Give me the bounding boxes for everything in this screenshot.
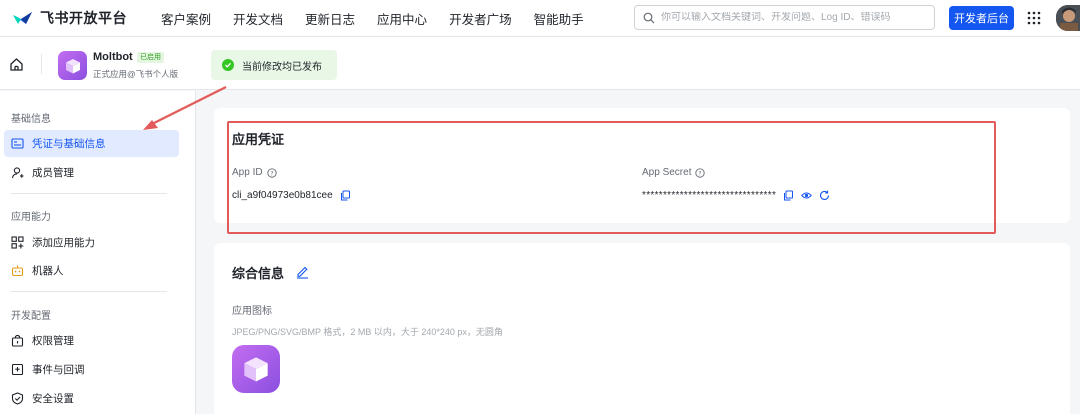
sidebar-item-events[interactable]: 事件与回调 — [4, 356, 179, 383]
sidebar-item-security[interactable]: 安全设置 — [4, 385, 179, 412]
sidebar-group-capabilities: 应用能力 — [11, 212, 51, 223]
eye-icon[interactable] — [801, 190, 813, 201]
shield-icon — [11, 392, 24, 405]
status-badge: 已启用 — [137, 52, 164, 63]
nav-links: 客户案例 开发文档 更新日志 应用中心 开发者广场 智能助手 — [137, 9, 606, 28]
help-icon[interactable]: ? — [695, 167, 706, 178]
event-icon — [11, 363, 24, 376]
cube-icon — [244, 357, 268, 382]
divider — [41, 54, 42, 74]
sidebar: 基础信息 凭证与基础信息 成员管理 应用能力 添加应用能力 机器人 开发配置 权… — [0, 91, 196, 414]
sidebar-item-label: 凭证与基础信息 — [32, 138, 106, 150]
sidebar-item-permissions[interactable]: 权限管理 — [4, 327, 179, 354]
search-box[interactable] — [634, 5, 935, 30]
nav-link-dev-square[interactable]: 开发者广场 — [449, 9, 512, 28]
user-avatar[interactable] — [1056, 5, 1080, 31]
app-id-label-text: App ID — [232, 167, 263, 178]
credentials-card — [214, 108, 1070, 223]
app-secret-value: ******************************** — [642, 190, 830, 201]
sidebar-divider — [11, 291, 167, 292]
app-secret-label: App Secret ? — [642, 167, 706, 178]
sidebar-item-label: 成员管理 — [32, 167, 74, 179]
sidebar-divider — [11, 193, 167, 194]
sidebar-item-members[interactable]: 成员管理 — [4, 159, 179, 186]
lock-icon — [11, 334, 24, 347]
feishu-logo-icon — [13, 12, 32, 24]
app-id-text: cli_a9f04973e0b81cee — [232, 190, 333, 201]
sidebar-item-label: 机器人 — [32, 265, 64, 277]
nav-link-cases[interactable]: 客户案例 — [161, 9, 211, 28]
nav-link-assistant[interactable]: 智能助手 — [534, 9, 584, 28]
refresh-icon[interactable] — [819, 190, 830, 201]
help-icon[interactable]: ? — [266, 167, 277, 178]
check-circle-icon — [222, 59, 234, 71]
user-add-icon — [11, 167, 24, 179]
copy-icon[interactable] — [340, 190, 351, 201]
brand[interactable]: 飞书开放平台 — [12, 8, 137, 28]
svg-text:?: ? — [699, 170, 702, 177]
sidebar-item-label: 安全设置 — [32, 393, 74, 405]
cube-icon — [65, 58, 80, 73]
search-input[interactable] — [661, 12, 921, 23]
sidebar-group-basic: 基础信息 — [11, 114, 51, 125]
sidebar-item-credentials[interactable]: 凭证与基础信息 — [4, 130, 179, 157]
app-header: Moltbot 已启用 正式应用@飞书个人版 当前修改均已发布 — [0, 37, 1080, 90]
nav-link-changelog[interactable]: 更新日志 — [305, 9, 355, 28]
publish-status: 当前修改均已发布 — [211, 50, 337, 80]
app-secret-label-text: App Secret — [642, 167, 692, 178]
id-card-icon — [11, 138, 24, 149]
sidebar-item-label: 权限管理 — [32, 335, 74, 347]
sidebar-item-label: 添加应用能力 — [32, 237, 95, 249]
app-icon-label: 应用图标 — [232, 306, 272, 317]
app-icon-preview[interactable] — [232, 345, 280, 393]
avatar-image — [1056, 5, 1080, 31]
app-subtitle: 正式应用@飞书个人版 — [93, 69, 179, 79]
app-icon[interactable] — [58, 51, 87, 80]
sidebar-item-label: 事件与回调 — [32, 364, 85, 376]
svg-text:?: ? — [270, 170, 273, 177]
search-icon — [643, 12, 655, 23]
sidebar-group-dev-config: 开发配置 — [11, 311, 51, 322]
top-navigation: 飞书开放平台 客户案例 开发文档 更新日志 应用中心 开发者广场 智能助手 开发… — [0, 0, 1080, 37]
nav-link-docs[interactable]: 开发文档 — [233, 9, 283, 28]
app-id-label: App ID ? — [232, 167, 277, 178]
sidebar-item-add-capability[interactable]: 添加应用能力 — [4, 229, 179, 256]
home-icon[interactable] — [9, 57, 24, 72]
nav-link-app-center[interactable]: 应用中心 — [377, 9, 427, 28]
publish-status-text: 当前修改均已发布 — [242, 61, 322, 73]
app-id-value: cli_a9f04973e0b81cee — [232, 190, 351, 201]
app-name: Moltbot — [93, 51, 133, 63]
apps-add-icon — [11, 236, 24, 249]
general-info-title: 综合信息 — [232, 266, 285, 281]
developer-console-button[interactable]: 开发者后台 — [949, 6, 1014, 30]
apps-grid-icon[interactable] — [1026, 10, 1042, 26]
edit-icon[interactable] — [295, 264, 310, 279]
copy-icon[interactable] — [783, 190, 794, 201]
credentials-title: 应用凭证 — [232, 132, 285, 147]
app-icon-hint: JPEG/PNG/SVG/BMP 格式，2 MB 以内，大于 240*240 p… — [232, 327, 503, 337]
robot-icon — [11, 265, 24, 277]
brand-name: 飞书开放平台 — [40, 10, 127, 26]
app-secret-text: ******************************** — [642, 190, 777, 201]
sidebar-item-bot[interactable]: 机器人 — [4, 257, 179, 284]
